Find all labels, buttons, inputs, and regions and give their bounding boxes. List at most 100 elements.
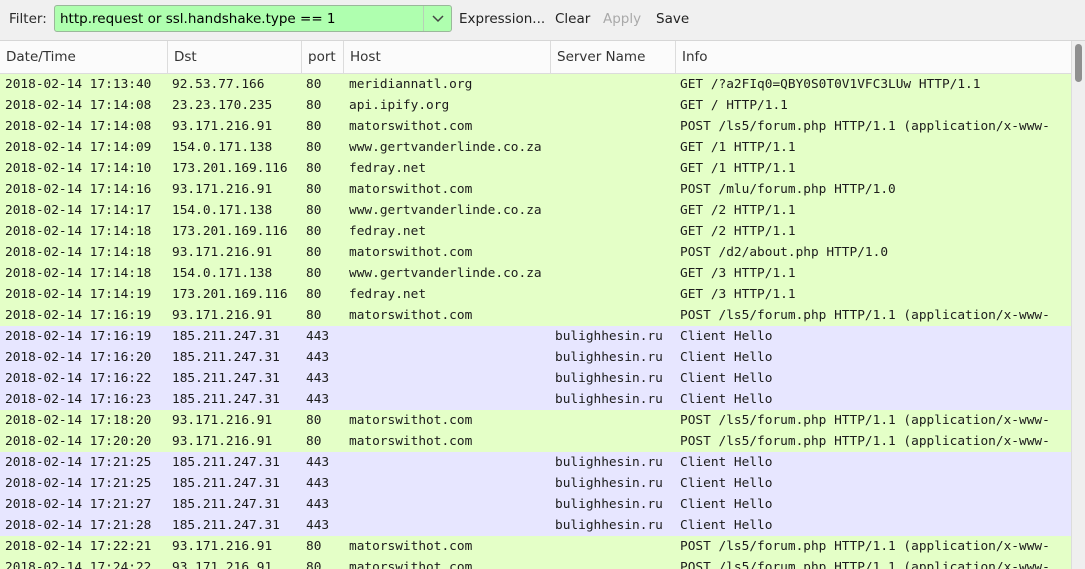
packet-row[interactable]: 2018-02-14 17:16:19 93.171.216.91 80 mators… (0, 305, 1071, 326)
cell-host: api.ipify.org (349, 98, 450, 113)
packet-row[interactable]: 2018-02-14 17:13:40 92.53.77.166 80 meridia… (0, 74, 1071, 95)
cell-datetime: 2018-02-14 17:14:08 (5, 119, 152, 134)
packet-row[interactable]: 2018-02-14 17:14:18 173.201.169.116 80 fedr… (0, 221, 1071, 242)
cell-datetime: 2018-02-14 17:21:28 (5, 518, 152, 533)
cell-server-name (555, 284, 674, 305)
packet-row[interactable]: 2018-02-14 17:14:08 93.171.216.91 80 mators… (0, 116, 1071, 137)
save-button[interactable]: Save (656, 11, 689, 27)
cell-host (349, 368, 549, 389)
cell-dst: 93.171.216.91 (172, 413, 273, 428)
packet-row[interactable]: 2018-02-14 17:16:23 185.211.247.31 443 buli… (0, 389, 1071, 410)
cell-info: Client Hello (680, 392, 773, 407)
cell-datetime: 2018-02-14 17:21:27 (5, 497, 152, 512)
column-header-datetime[interactable]: Date/Time (0, 41, 167, 73)
packet-row[interactable]: 2018-02-14 17:16:19 185.211.247.31 443 buli… (0, 326, 1071, 347)
cell-host (349, 347, 549, 368)
cell-datetime: 2018-02-14 17:21:25 (5, 455, 152, 470)
cell-host (349, 515, 549, 536)
cell-dst: 93.171.216.91 (172, 245, 273, 260)
expression-button[interactable]: Expression... (459, 11, 545, 27)
cell-port: 80 (306, 77, 322, 92)
packet-row[interactable]: 2018-02-14 17:14:10 173.201.169.116 80 fedr… (0, 158, 1071, 179)
cell-port: 443 (306, 371, 330, 386)
packet-row[interactable]: 2018-02-14 17:14:09 154.0.171.138 80 www.ge… (0, 137, 1071, 158)
packet-row[interactable]: 2018-02-14 17:14:19 173.201.169.116 80 fedr… (0, 284, 1071, 305)
packet-row[interactable]: 2018-02-14 17:14:08 23.23.170.235 80 api.ip… (0, 95, 1071, 116)
cell-info: POST /ls5/forum.php HTTP/1.1 (applicatio… (680, 308, 1050, 323)
cell-port: 443 (306, 350, 330, 365)
cell-server-name (555, 263, 674, 284)
cell-datetime: 2018-02-14 17:14:10 (5, 161, 152, 176)
cell-host: matorswithot.com (349, 539, 473, 554)
cell-info: POST /ls5/forum.php HTTP/1.1 (applicatio… (680, 413, 1050, 428)
cell-port: 80 (306, 224, 322, 239)
column-header-dst[interactable]: Dst (168, 41, 301, 73)
cell-server-name (555, 179, 674, 200)
packet-row[interactable]: 2018-02-14 17:14:17 154.0.171.138 80 www.ge… (0, 200, 1071, 221)
display-filter-value[interactable]: http.request or ssl.handshake.type == 1 (60, 11, 336, 27)
cell-host: matorswithot.com (349, 182, 473, 197)
display-filter-input[interactable]: http.request or ssl.handshake.type == 1 (54, 5, 452, 32)
packet-list-header: Date/Time Dst port Host Server Name Info (0, 41, 1071, 74)
packet-row[interactable]: 2018-02-14 17:21:25 185.211.247.31 443 buli… (0, 452, 1071, 473)
packet-row[interactable]: 2018-02-14 17:21:27 185.211.247.31 443 buli… (0, 494, 1071, 515)
packet-row[interactable]: 2018-02-14 17:14:18 93.171.216.91 80 mators… (0, 242, 1071, 263)
packet-rows: 2018-02-14 17:13:40 92.53.77.166 80 meridia… (0, 74, 1071, 569)
cell-host: www.gertvanderlinde.co.za (349, 266, 542, 281)
packet-row[interactable]: 2018-02-14 17:20:20 93.171.216.91 80 mators… (0, 431, 1071, 452)
packet-row[interactable]: 2018-02-14 17:21:25 185.211.247.31 443 buli… (0, 473, 1071, 494)
cell-dst: 185.211.247.31 (172, 497, 280, 512)
filter-history-dropdown[interactable] (425, 6, 451, 31)
scrollbar-thumb[interactable] (1075, 44, 1082, 82)
cell-server-name (555, 137, 674, 158)
cell-host: matorswithot.com (349, 413, 473, 428)
cell-dst: 93.171.216.91 (172, 119, 273, 134)
cell-port: 80 (306, 119, 322, 134)
cell-host: www.gertvanderlinde.co.za (349, 203, 542, 218)
packet-row[interactable]: 2018-02-14 17:16:20 185.211.247.31 443 buli… (0, 347, 1071, 368)
cell-info: GET /2 HTTP/1.1 (680, 203, 796, 218)
cell-info: GET /3 HTTP/1.1 (680, 266, 796, 281)
cell-port: 80 (306, 266, 322, 281)
cell-host: meridiannatl.org (349, 77, 473, 92)
packet-row[interactable]: 2018-02-14 17:14:16 93.171.216.91 80 mators… (0, 179, 1071, 200)
cell-dst: 173.201.169.116 (172, 287, 288, 302)
packet-row[interactable]: 2018-02-14 17:16:22 185.211.247.31 443 buli… (0, 368, 1071, 389)
cell-dst: 93.171.216.91 (172, 308, 273, 323)
packet-row[interactable]: 2018-02-14 17:22:21 93.171.216.91 80 mators… (0, 536, 1071, 557)
column-header-server-name[interactable]: Server Name (551, 41, 675, 73)
cell-port: 80 (306, 161, 322, 176)
cell-host (349, 452, 549, 473)
packet-row[interactable]: 2018-02-14 17:14:18 154.0.171.138 80 www.ge… (0, 263, 1071, 284)
cell-host (349, 326, 549, 347)
cell-server-name: bulighhesin.ru (555, 455, 663, 470)
cell-info: Client Hello (680, 329, 773, 344)
cell-port: 80 (306, 434, 322, 449)
cell-datetime: 2018-02-14 17:21:25 (5, 476, 152, 491)
cell-port: 80 (306, 308, 322, 323)
column-header-port[interactable]: port (302, 41, 343, 73)
cell-dst: 185.211.247.31 (172, 350, 280, 365)
column-header-info[interactable]: Info (676, 41, 1071, 73)
packet-row[interactable]: 2018-02-14 17:18:20 93.171.216.91 80 mators… (0, 410, 1071, 431)
cell-datetime: 2018-02-14 17:14:17 (5, 203, 152, 218)
cell-datetime: 2018-02-14 17:14:19 (5, 287, 152, 302)
cell-host: fedray.net (349, 287, 427, 302)
packet-row[interactable]: 2018-02-14 17:21:28 185.211.247.31 443 buli… (0, 515, 1071, 536)
cell-port: 80 (306, 140, 322, 155)
packet-row[interactable]: 2018-02-14 17:24:22 93.171.216.91 80 mators… (0, 557, 1071, 569)
cell-dst: 93.171.216.91 (172, 182, 273, 197)
cell-datetime: 2018-02-14 17:16:22 (5, 371, 152, 386)
cell-dst: 173.201.169.116 (172, 161, 288, 176)
cell-server-name (555, 221, 674, 242)
cell-server-name: bulighhesin.ru (555, 371, 663, 386)
apply-button[interactable]: Apply (603, 11, 641, 27)
vertical-scrollbar[interactable] (1071, 41, 1085, 569)
column-header-host[interactable]: Host (344, 41, 550, 73)
cell-info: POST /ls5/forum.php HTTP/1.1 (applicatio… (680, 119, 1050, 134)
cell-datetime: 2018-02-14 17:16:19 (5, 308, 152, 323)
cell-host: matorswithot.com (349, 308, 473, 323)
cell-info: Client Hello (680, 497, 773, 512)
cell-port: 80 (306, 539, 322, 554)
clear-button[interactable]: Clear (555, 11, 590, 27)
